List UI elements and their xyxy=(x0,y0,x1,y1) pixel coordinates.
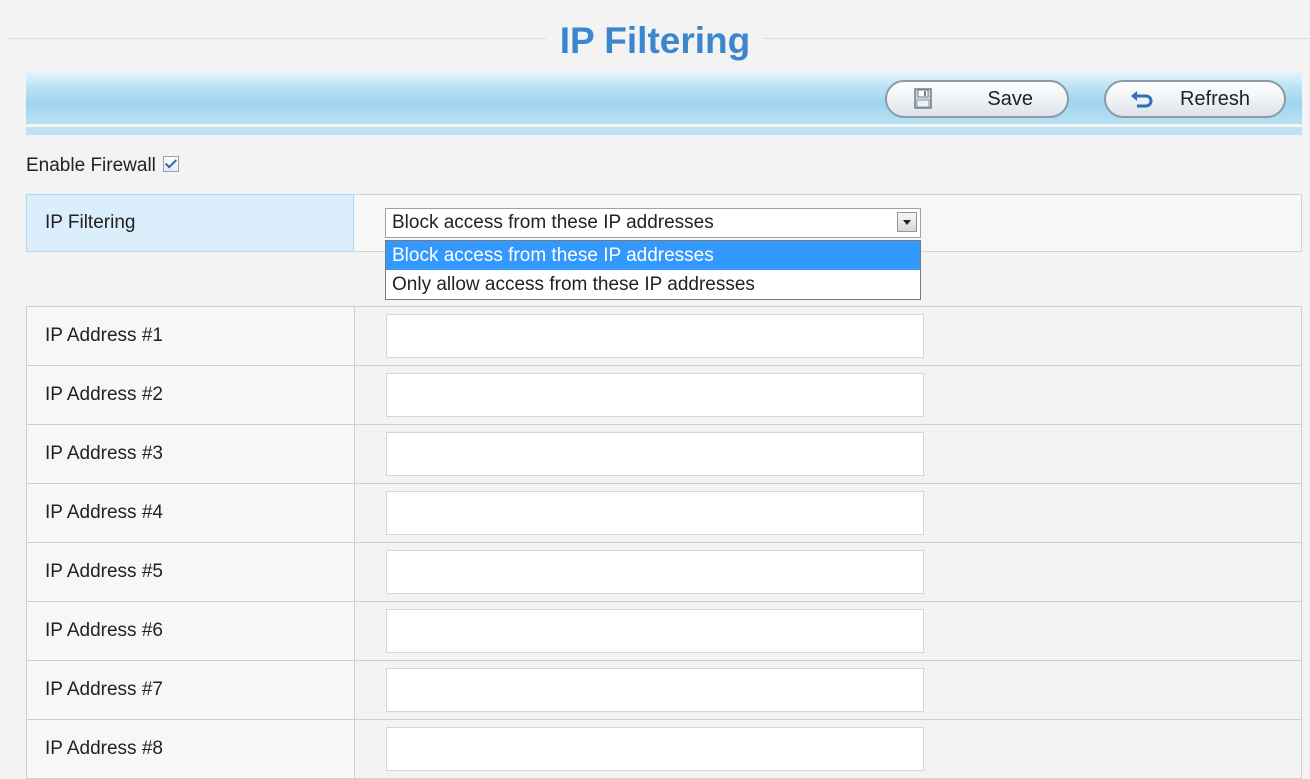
ip-address-label: IP Address #8 xyxy=(26,719,355,779)
table-row: IP Address #6 xyxy=(26,601,1302,661)
table-row: IP Address #2 xyxy=(26,365,1302,425)
enable-firewall-label: Enable Firewall xyxy=(26,155,156,176)
ip-filtering-select[interactable]: Block access from these IP addresses xyxy=(385,208,921,238)
ip-filtering-label: IP Filtering xyxy=(26,194,354,252)
table-row: IP Address #8 xyxy=(26,719,1302,779)
ip-filtering-selected-value: Block access from these IP addresses xyxy=(392,212,714,233)
ip-address-input[interactable] xyxy=(386,727,924,771)
save-button[interactable]: Save xyxy=(885,80,1069,118)
table-row: IP Address #3 xyxy=(26,424,1302,484)
ip-address-label: IP Address #4 xyxy=(26,483,355,543)
dropdown-option-block[interactable]: Block access from these IP addresses xyxy=(386,241,920,270)
ip-address-input[interactable] xyxy=(386,314,924,358)
refresh-button-label: Refresh xyxy=(1179,88,1250,110)
undo-arrow-icon xyxy=(1131,91,1153,108)
enable-firewall-row: Enable Firewall xyxy=(26,154,180,180)
enable-firewall-checkbox[interactable] xyxy=(163,156,180,172)
ip-address-input[interactable] xyxy=(386,609,924,653)
toolbar-divider xyxy=(26,127,1302,135)
ip-address-input[interactable] xyxy=(386,550,924,594)
ip-address-input[interactable] xyxy=(386,373,924,417)
page-title: IP Filtering xyxy=(0,18,1310,64)
ip-filtering-dropdown: Block access from these IP addresses Onl… xyxy=(385,240,921,300)
save-button-label: Save xyxy=(987,88,1033,110)
refresh-button[interactable]: Refresh xyxy=(1104,80,1286,118)
chevron-down-icon[interactable] xyxy=(897,212,917,232)
ip-address-label: IP Address #1 xyxy=(26,306,355,366)
ip-address-input[interactable] xyxy=(386,668,924,712)
table-row: IP Address #1 xyxy=(26,306,1302,366)
ip-address-input[interactable] xyxy=(386,491,924,535)
ip-address-label: IP Address #2 xyxy=(26,365,355,425)
table-row: IP Address #4 xyxy=(26,483,1302,543)
dropdown-option-allow[interactable]: Only allow access from these IP addresse… xyxy=(386,270,920,299)
ip-address-label: IP Address #7 xyxy=(26,660,355,720)
ip-address-label: IP Address #5 xyxy=(26,542,355,602)
table-row: IP Address #7 xyxy=(26,660,1302,720)
ip-address-label: IP Address #3 xyxy=(26,424,355,484)
ip-address-label: IP Address #6 xyxy=(26,601,355,661)
ip-address-table: IP Address #1 IP Address #2 IP Address #… xyxy=(26,306,1302,779)
ip-address-input[interactable] xyxy=(386,432,924,476)
floppy-disk-icon xyxy=(914,88,932,109)
table-row: IP Address #5 xyxy=(26,542,1302,602)
